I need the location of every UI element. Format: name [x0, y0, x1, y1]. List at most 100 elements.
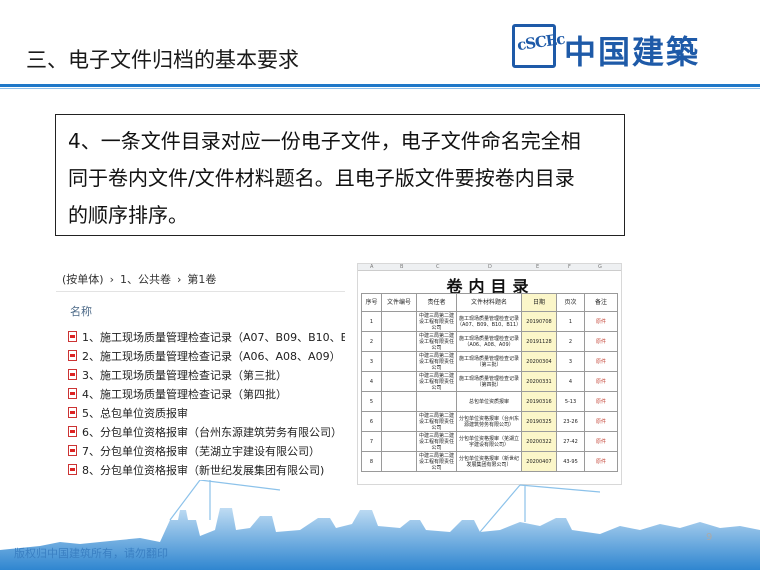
file-name: 1、施工现场质量管理检查记录（A07、B09、B10、B11）	[82, 330, 345, 344]
table-cell: 施工现场质量管理检查记录（A07、B09、B10、B11）	[456, 311, 522, 332]
table-cell: 20190325	[521, 411, 557, 432]
column-letter: C	[436, 264, 440, 270]
table-cell: 2	[361, 331, 382, 352]
column-letter: A	[370, 264, 374, 270]
pdf-file-icon	[68, 388, 77, 399]
file-name: 5、总包单位资质报审	[82, 406, 188, 420]
file-list-item[interactable]: 3、施工现场质量管理检查记录（第三批）	[68, 365, 345, 384]
file-name: 8、分包单位资格报审（新世纪发展集团有限公司)	[82, 463, 325, 477]
logo-text: 中国建築	[564, 33, 701, 71]
file-name: 4、施工现场质量管理检查记录（第四批）	[82, 387, 287, 401]
file-list-item[interactable]: 6、分包单位资格报审（台州东源建筑劳务有限公司）	[68, 422, 345, 441]
file-list-item[interactable]: 5、总包单位资质报审	[68, 403, 345, 422]
table-cell: 43-95	[556, 451, 585, 472]
table-row: 3 中建三局第二建设工程有限责任公司 施工现场质量管理检查记录（第三批） 202003…	[361, 351, 618, 372]
table-cell	[381, 371, 417, 392]
table-cell	[381, 311, 417, 332]
table-cell: 3	[556, 351, 585, 372]
file-list-item[interactable]: 8、分包单位资格报审（新世纪发展集团有限公司)	[68, 460, 345, 479]
copyright-notice: 版权归中国建筑所有，请勿翻印	[14, 547, 168, 560]
table-cell: 6	[361, 411, 382, 432]
table-row: 2 中建三局第二建设工程有限责任公司 施工现场质量管理检查记录（A06、A08、A0…	[361, 331, 618, 352]
table-cell: 施工现场质量管理检查记录（第三批）	[456, 351, 522, 372]
table-cell: 原件	[584, 311, 618, 332]
table-cell: 中建三局第二建设工程有限责任公司	[416, 371, 457, 392]
column-letter: G	[598, 264, 602, 270]
table-cell: 中建三局第二建设工程有限责任公司	[416, 451, 457, 472]
file-explorer-screenshot: (按单体) › 1、公共卷 › 第1卷 名称 1、施工现场质量管理检查记录（A07、B0…	[56, 263, 345, 485]
breadcrumb-item[interactable]: 1、公共卷	[120, 273, 171, 286]
table-header-cell: 日期	[521, 293, 557, 312]
table-cell	[381, 431, 417, 452]
table-cell: 中建三局第二建设工程有限责任公司	[416, 411, 457, 432]
file-name: 7、分包单位资格报审（芜湖立宇建设有限公司）	[82, 444, 320, 458]
table-cell: 原件	[584, 351, 618, 372]
table-cell: 原件	[584, 331, 618, 352]
table-header-cell: 页次	[556, 293, 585, 312]
table-header-cell: 责任者	[416, 293, 457, 312]
pdf-file-icon	[68, 407, 77, 418]
table-row: 6 中建三局第二建设工程有限责任公司 分包单位资格报审（台州东源建筑劳务有限公司） 2…	[361, 411, 618, 432]
table-cell: 原件	[584, 371, 618, 392]
cscec-logo: cSCEc 中国建築	[512, 24, 734, 71]
table-row: 1 中建三局第二建设工程有限责任公司 施工现场质量管理检查记录（A07、B09、B1…	[361, 311, 618, 332]
header-divider	[0, 84, 760, 87]
table-cell: 20200407	[521, 451, 557, 472]
catalog-table: 序号 文件编号 责任者 文件材料题名 日期 页次 备注 1 中建三局第二建设工程有限责任公司施…	[361, 293, 618, 472]
page-title: 三、电子文件归档的基本要求	[26, 48, 299, 72]
table-cell: 1	[556, 311, 585, 332]
pdf-file-icon	[68, 426, 77, 437]
column-letter: E	[536, 264, 540, 270]
pdf-file-icon	[68, 445, 77, 456]
table-cell: 5	[361, 391, 382, 412]
table-cell: 7	[361, 431, 382, 452]
file-list-item[interactable]: 2、施工现场质量管理检查记录（A06、A08、A09）	[68, 346, 345, 365]
table-cell: 20191128	[521, 331, 557, 352]
column-header-name[interactable]: 名称	[70, 303, 92, 319]
table-row: 4 中建三局第二建设工程有限责任公司 施工现场质量管理检查记录（第四批） 202003…	[361, 371, 618, 392]
breadcrumb-item[interactable]: (按单体)	[62, 273, 104, 286]
breadcrumb-separator-icon: ›	[177, 273, 182, 286]
table-cell	[416, 391, 457, 412]
table-cell: 20200331	[521, 371, 557, 392]
table-cell: 20200322	[521, 431, 557, 452]
table-cell: 中建三局第二建设工程有限责任公司	[416, 431, 457, 452]
callout-line: 的顺序排序。	[68, 203, 188, 227]
file-list-item[interactable]: 7、分包单位资格报审（芜湖立宇建设有限公司）	[68, 441, 345, 460]
table-row: 8 中建三局第二建设工程有限责任公司 分包单位资格报审（新世纪发展集团有限公司） 20…	[361, 451, 618, 472]
breadcrumb-separator-icon: ›	[109, 273, 114, 286]
table-cell: 中建三局第二建设工程有限责任公司	[416, 351, 457, 372]
table-cell: 20200304	[521, 351, 557, 372]
table-cell	[381, 451, 417, 472]
pdf-file-icon	[68, 331, 77, 342]
cscec-mark-icon: cSCEc	[512, 24, 566, 68]
table-row: 5 总包单位资质报审 20190316 5-13 原件	[361, 391, 618, 412]
pdf-file-icon	[68, 350, 77, 361]
page-number: 9	[706, 532, 713, 543]
explorer-divider	[56, 291, 345, 292]
table-header-cell: 备注	[584, 293, 618, 312]
table-row: 7 中建三局第二建设工程有限责任公司 分包单位资格报审（芜湖立宇建设有限公司） 202…	[361, 431, 618, 452]
table-cell: 1	[361, 311, 382, 332]
table-cell: 施工现场质量管理检查记录（第四批）	[456, 371, 522, 392]
table-cell: 原件	[584, 411, 618, 432]
file-list-item[interactable]: 1、施工现场质量管理检查记录（A07、B09、B10、B11）	[68, 327, 345, 346]
file-name: 6、分包单位资格报审（台州东源建筑劳务有限公司）	[82, 425, 342, 439]
table-cell: 分包单位资格报审（新世纪发展集团有限公司）	[456, 451, 522, 472]
table-cell: 23-26	[556, 411, 585, 432]
table-cell: 3	[361, 351, 382, 372]
file-list: 1、施工现场质量管理检查记录（A07、B09、B10、B11） 2、施工现场质量管…	[68, 327, 345, 479]
table-cell: 8	[361, 451, 382, 472]
column-letter: F	[568, 264, 571, 270]
column-letter: D	[488, 264, 492, 270]
breadcrumb-item[interactable]: 第1卷	[187, 273, 216, 286]
table-cell: 总包单位资质报审	[456, 391, 522, 412]
column-letter-bar: A B C D E F G	[358, 264, 621, 271]
file-list-item[interactable]: 4、施工现场质量管理检查记录（第四批）	[68, 384, 345, 403]
file-name: 2、施工现场质量管理检查记录（A06、A08、A09）	[82, 349, 341, 363]
pdf-file-icon	[68, 369, 77, 380]
table-cell: 施工现场质量管理检查记录（A06、A08、A09）	[456, 331, 522, 352]
table-header-cell: 序号	[361, 293, 382, 312]
table-cell: 5-13	[556, 391, 585, 412]
table-cell: 4	[556, 371, 585, 392]
